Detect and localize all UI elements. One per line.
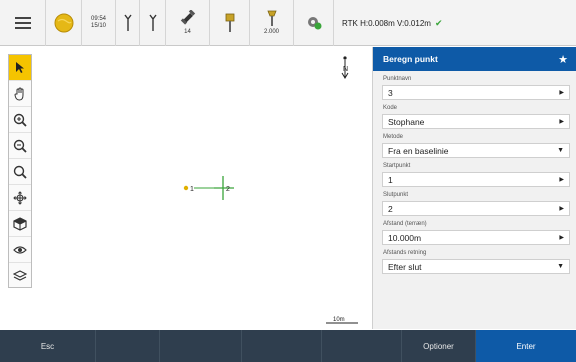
zoom-extents-icon <box>13 165 27 179</box>
esc-button[interactable]: Esc <box>0 330 96 362</box>
layers-icon <box>13 270 27 281</box>
antenna-height-icon <box>266 10 277 26</box>
end-point-field[interactable]: 2 ▶ <box>382 201 570 216</box>
satellite-icon <box>180 10 195 25</box>
zoom-in-icon <box>13 113 27 127</box>
distance-label: Afstand (terræn) <box>383 221 427 227</box>
radio-antenna-icon <box>123 14 132 31</box>
pan-tool-button[interactable] <box>9 81 31 107</box>
hand-icon <box>14 86 24 101</box>
code-label: Kode <box>383 105 398 111</box>
arrow-right-icon[interactable]: ▶ <box>559 205 564 212</box>
code-field[interactable]: Stophane ▶ <box>382 114 570 129</box>
method-select[interactable]: Fra en baselinie ▼ <box>382 143 570 158</box>
panel-title: Beregn punkt <box>383 54 438 64</box>
distance-direction-label: Afstands retning <box>383 250 427 256</box>
softkey-empty-3[interactable] <box>242 330 322 362</box>
method-label: Metode <box>383 134 404 140</box>
softkey-empty-2[interactable] <box>160 330 242 362</box>
arrow-right-icon[interactable]: ▶ <box>559 234 564 241</box>
menu-button[interactable] <box>0 0 46 46</box>
eye-icon <box>13 245 27 254</box>
point-name-label: Punktnavn <box>383 76 412 82</box>
enter-button[interactable]: Enter <box>476 330 576 362</box>
start-point-value: 1 <box>388 174 393 185</box>
prism-icon <box>225 13 234 32</box>
cube-icon <box>13 216 27 231</box>
hamburger-icon <box>14 17 31 29</box>
point-1-marker[interactable] <box>183 185 189 191</box>
distance-direction-select[interactable]: Efter slut ▼ <box>382 259 570 274</box>
point-name-value: 3 <box>388 87 393 98</box>
settings-gear-icon <box>307 17 321 30</box>
satellite-status[interactable]: 14 <box>166 0 210 46</box>
orbit-icon <box>13 190 27 205</box>
softkey-empty-1[interactable] <box>96 330 160 362</box>
code-value: Stophane <box>388 116 425 127</box>
time-text: 09:54 <box>90 16 106 22</box>
start-point-label: Startpunkt <box>383 163 411 169</box>
distance-direction-value: Efter slut <box>388 261 422 272</box>
select-tool-button[interactable] <box>9 55 31 81</box>
arrow-right-icon[interactable]: ▶ <box>559 118 564 125</box>
battery-status[interactable] <box>294 0 334 46</box>
zoom-in-button[interactable] <box>9 107 31 133</box>
antenna-height-value: 2.000 <box>263 29 279 35</box>
method-value: Fra en baselinie <box>388 145 449 156</box>
chevron-down-icon[interactable]: ▼ <box>557 263 564 270</box>
end-point-label: Slutpunkt <box>383 192 409 198</box>
globe-button[interactable] <box>46 0 82 46</box>
layers-button[interactable] <box>9 263 31 289</box>
globe-icon <box>54 13 73 33</box>
radio-status-2[interactable] <box>140 0 166 46</box>
cursor-arrow-icon <box>16 61 24 73</box>
view-cube-button[interactable] <box>9 211 31 237</box>
zoom-extents-button[interactable] <box>9 159 31 185</box>
softkey-empty-4[interactable] <box>322 330 402 362</box>
map-toolbar <box>8 54 32 288</box>
arrow-right-icon[interactable]: ▶ <box>559 176 564 183</box>
favorite-star-icon[interactable]: ★ <box>558 53 568 66</box>
softkey-bar: Esc Optioner Enter <box>0 330 576 362</box>
radio-status-1[interactable] <box>116 0 140 46</box>
orbit-tool-button[interactable] <box>9 185 31 211</box>
point-name-field[interactable]: 3 ▶ <box>382 85 570 100</box>
rtk-text: RTK H:0.008m V:0.012m <box>342 18 431 28</box>
end-point-value: 2 <box>388 203 393 214</box>
compute-point-panel: Beregn punkt ★ Punktnavn 3 ▶ Kode Stopha… <box>372 47 576 329</box>
map-view[interactable]: 1 2 N 10m <box>34 47 370 329</box>
point-2-label: 2 <box>226 186 230 193</box>
panel-header: Beregn punkt ★ <box>373 47 576 71</box>
scale-label: 10m <box>333 317 345 323</box>
status-bar: 09:54 15/10 14 2.000 RTK H:0.008m V:0.01… <box>0 0 576 46</box>
zoom-out-button[interactable] <box>9 133 31 159</box>
rtk-precision-status[interactable]: RTK H:0.008m V:0.012m ✔ <box>334 0 576 46</box>
start-point-field[interactable]: 1 ▶ <box>382 172 570 187</box>
time-display[interactable]: 09:54 15/10 <box>82 0 116 46</box>
map-canvas[interactable]: 1 2 N 10m <box>34 47 370 329</box>
arrow-right-icon[interactable]: ▶ <box>559 89 564 96</box>
north-label: N <box>343 66 348 73</box>
options-button[interactable]: Optioner <box>402 330 476 362</box>
radio-antenna-icon <box>148 14 157 31</box>
zoom-out-icon <box>13 139 27 153</box>
point-1-label: 1 <box>190 186 194 193</box>
distance-field[interactable]: 10.000m ▶ <box>382 230 570 245</box>
distance-value: 10.000m <box>388 232 422 243</box>
target-status[interactable] <box>210 0 250 46</box>
check-icon: ✔ <box>434 17 443 28</box>
date-text: 15/10 <box>90 23 106 29</box>
visibility-button[interactable] <box>9 237 31 263</box>
chevron-down-icon[interactable]: ▼ <box>557 147 564 154</box>
satellites-count: 14 <box>184 29 191 35</box>
antenna-height-status[interactable]: 2.000 <box>250 0 294 46</box>
